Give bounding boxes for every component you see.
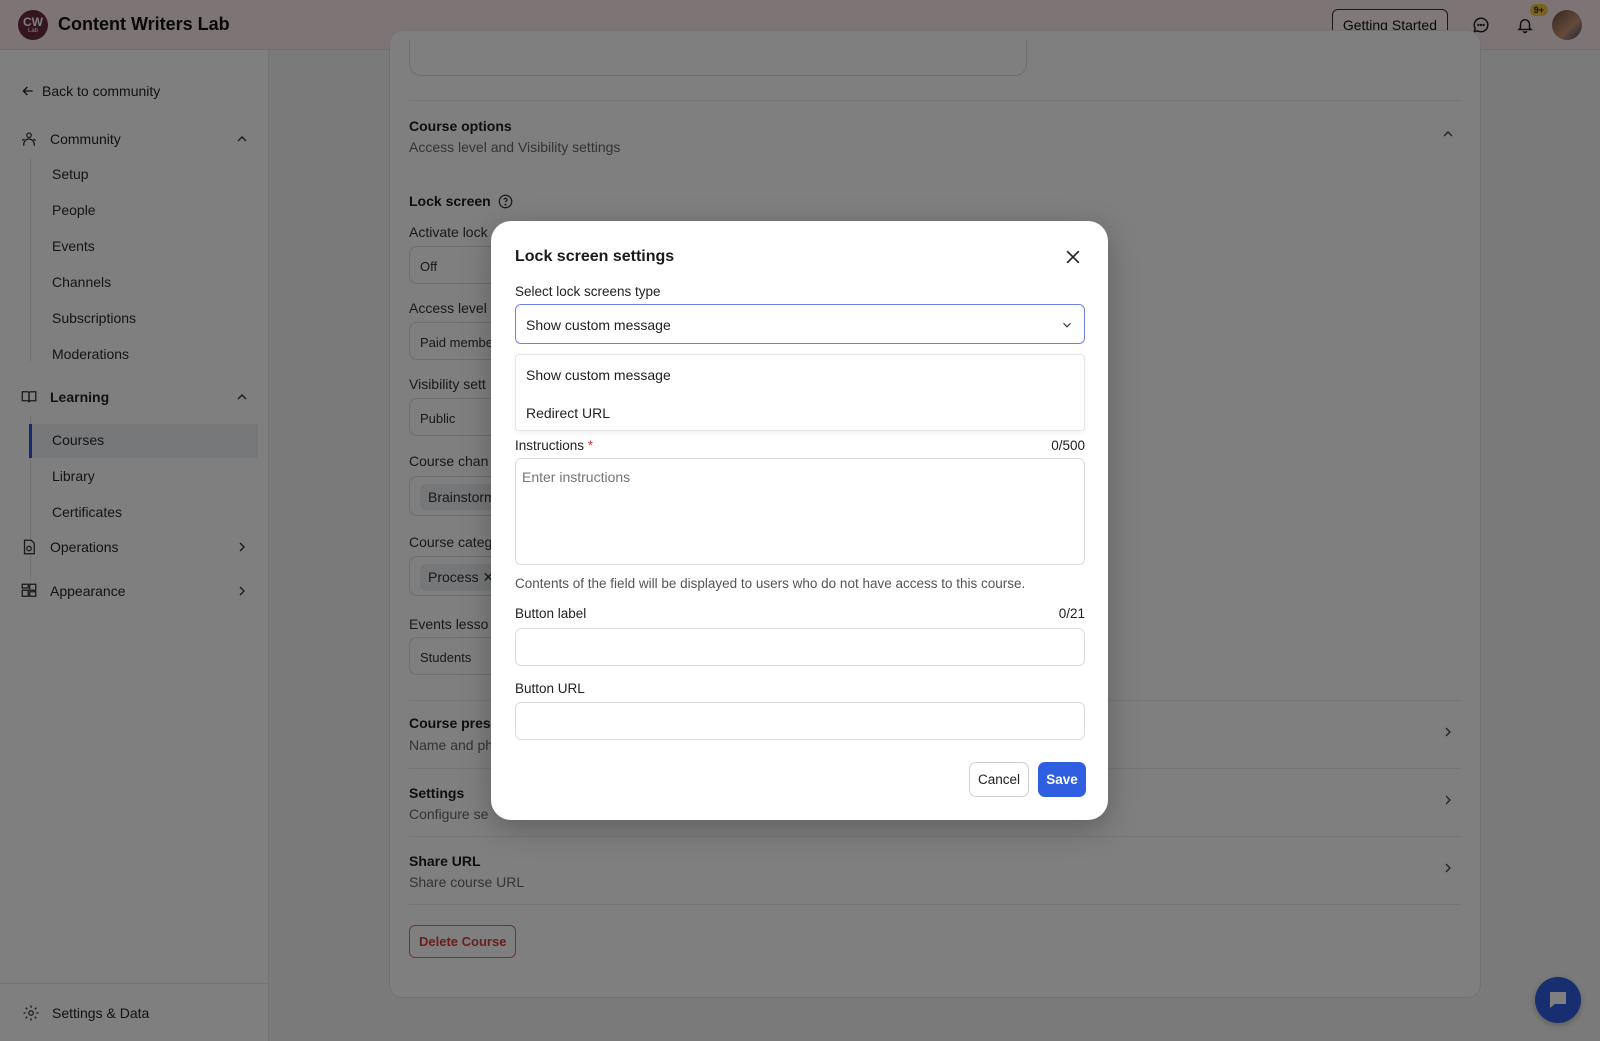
button-label-label: Button label: [515, 606, 587, 621]
lock-screen-type-dropdown: Show custom message Redirect URL: [515, 354, 1085, 431]
save-button[interactable]: Save: [1038, 762, 1086, 797]
instructions-helper-text: Contents of the field will be displayed …: [515, 576, 1026, 591]
modal-title: Lock screen settings: [515, 248, 675, 265]
select-type-label: Select lock screens type: [515, 284, 661, 299]
chevron-down-icon: [1063, 322, 1071, 328]
instructions-label: Instructions *: [515, 438, 594, 453]
option-show-custom-message[interactable]: Show custom message: [526, 367, 671, 383]
required-marker: *: [587, 438, 594, 453]
cancel-button[interactable]: Cancel: [969, 762, 1029, 797]
close-icon[interactable]: [1063, 247, 1083, 267]
lock-screen-type-select[interactable]: Show custom message: [515, 304, 1085, 344]
instructions-counter: 0/500: [1051, 438, 1085, 453]
lock-screen-settings-modal: Lock screen settings Select lock screens…: [491, 221, 1108, 820]
button-label-counter: 0/21: [1058, 606, 1085, 621]
button-url-input[interactable]: [515, 702, 1085, 740]
button-label-input[interactable]: [515, 628, 1085, 666]
button-url-label: Button URL: [515, 681, 585, 696]
instructions-textarea[interactable]: [515, 458, 1085, 565]
option-redirect-url[interactable]: Redirect URL: [526, 405, 610, 421]
